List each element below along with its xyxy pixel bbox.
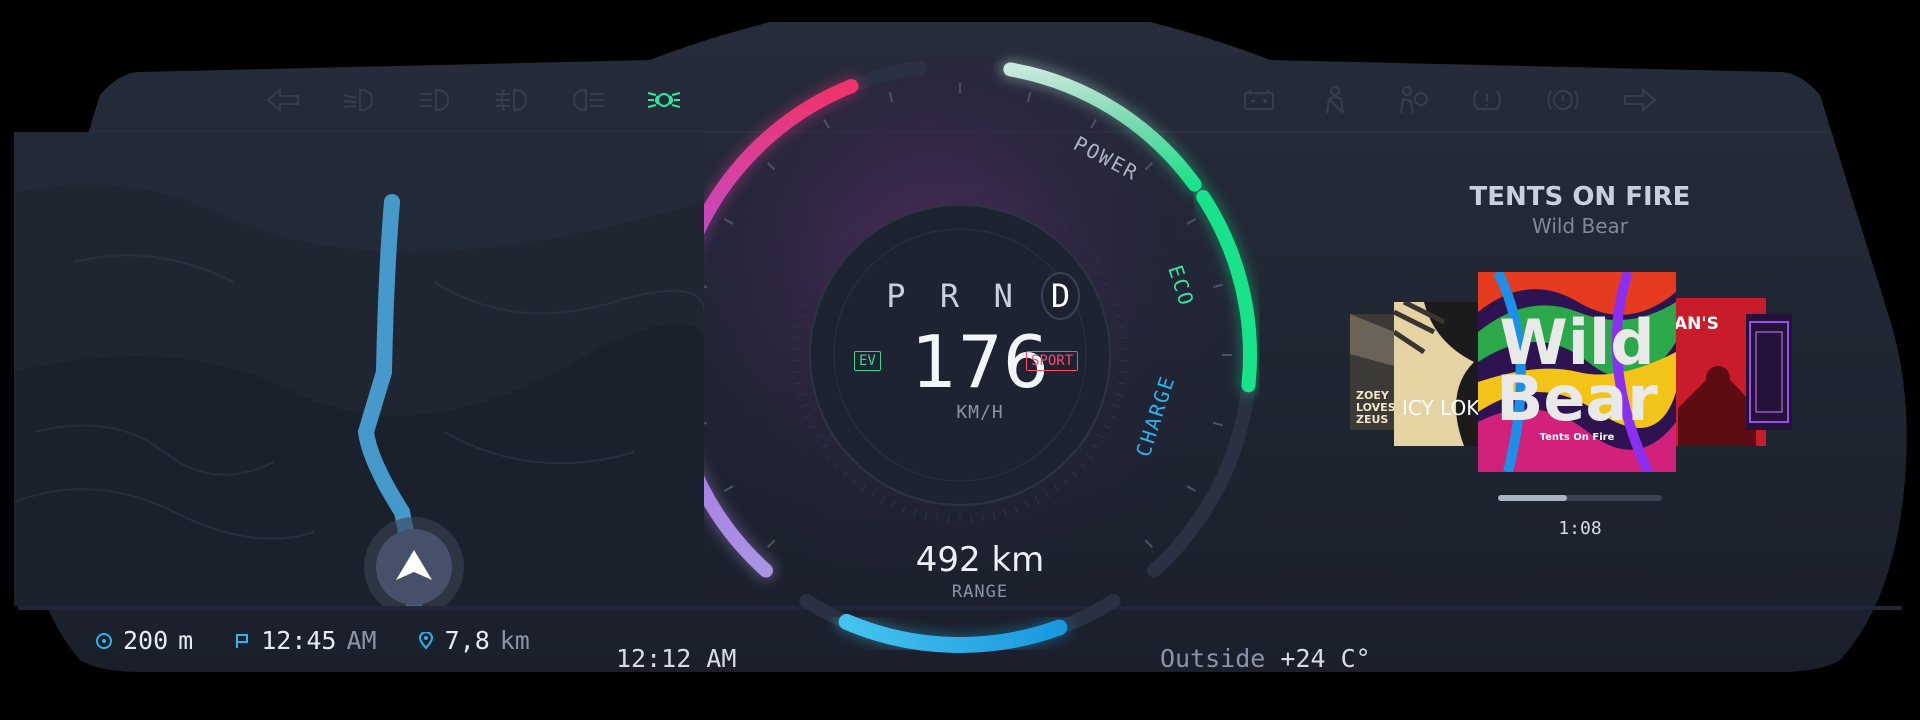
album-cover-title-line2: Bear — [1496, 362, 1658, 435]
ev-badge: EV — [854, 351, 881, 371]
navigation-map[interactable] — [14, 132, 704, 606]
left-indicator-bar — [255, 78, 693, 122]
inner-tick — [947, 514, 950, 523]
range-label: RANGE — [951, 582, 1009, 602]
high-beam-icon — [407, 78, 465, 122]
remaining-distance: 7,8 km — [417, 626, 530, 655]
parking-light-icon — [635, 78, 693, 122]
location-pin-icon — [418, 631, 433, 650]
outside-value: +24 C° — [1280, 644, 1371, 673]
turn-left-signal-icon — [255, 78, 313, 122]
battery-icon — [1230, 78, 1288, 122]
seatbelt-icon — [1306, 78, 1364, 122]
next-turn-distance: 200 m — [95, 626, 193, 655]
track-title: TENTS ON FIRE — [1469, 182, 1691, 212]
clock: 12:12 AM — [616, 644, 737, 673]
inner-tick — [970, 187, 973, 196]
airbag-icon — [1382, 78, 1440, 122]
album-cover-now-playing[interactable]: Wild Bear Tents On Fire — [1478, 272, 1676, 472]
inner-tick — [970, 514, 973, 523]
album-cover-left-1-text: ICY LOK — [1402, 396, 1480, 420]
outside-temperature: Outside +24 C° — [1160, 644, 1371, 673]
album-carousel[interactable]: ZOEY LOVES ZEUS ICY LOK AN'S Wild Bear T… — [1350, 272, 1810, 472]
turn-right-signal-icon — [1610, 78, 1668, 122]
fog-light-icon — [483, 78, 541, 122]
sport-mode-badge: SPORT — [1026, 351, 1079, 371]
gear-r: R — [939, 277, 960, 315]
target-icon — [96, 632, 112, 649]
range-value: 492 km — [915, 540, 1045, 580]
playback-progress-fill — [1498, 495, 1567, 501]
album-cover-left-2-text: ZOEY LOVES ZEUS — [1356, 389, 1396, 426]
brake-warning-icon — [1534, 78, 1592, 122]
gear-selector: P R N D — [880, 272, 1080, 320]
rear-fog-light-icon — [559, 78, 617, 122]
track-artist: Wild Bear — [1531, 214, 1628, 238]
tire-pressure-icon — [1458, 78, 1516, 122]
album-cover-right-2[interactable] — [1746, 314, 1792, 430]
instrument-cluster: P R N D EV 176 SPORT KM/H 492 km RANGE P… — [0, 0, 1920, 720]
elapsed-time: 1:08 — [1558, 518, 1602, 539]
inner-tick — [947, 187, 950, 196]
playback-progress[interactable] — [1498, 495, 1662, 501]
outside-label: Outside — [1160, 644, 1266, 673]
flag-icon — [236, 633, 249, 648]
gear-d-active: D — [1041, 272, 1080, 320]
right-indicator-bar — [1230, 78, 1668, 122]
low-beam-icon — [331, 78, 389, 122]
album-cover-right-1-text: AN'S — [1674, 314, 1719, 334]
gear-n: N — [993, 277, 1013, 315]
album-cover-subtitle: Tents On Fire — [1539, 432, 1615, 443]
trip-stats: 200 m 12:45 AM 7,8 km — [95, 626, 530, 655]
speed-unit: KM/H — [956, 402, 1004, 423]
navigation-arrow-icon — [396, 548, 436, 588]
arrival-time: 12:45 AM — [233, 626, 377, 655]
gear-p: P — [886, 277, 906, 315]
